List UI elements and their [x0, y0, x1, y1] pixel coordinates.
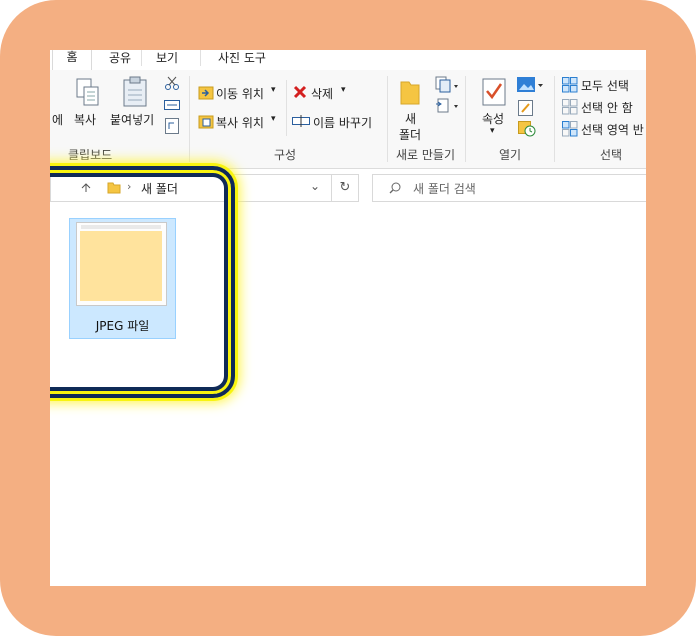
search-icon: [389, 182, 401, 194]
copy-to-icon[interactable]: [198, 113, 214, 129]
cut-icon[interactable]: [165, 76, 179, 90]
move-to-button[interactable]: 이동 위치: [216, 85, 264, 102]
ribbon-tabs: 홈 공유 보기 사진 도구: [50, 50, 646, 72]
tab-divider: [141, 50, 142, 66]
refresh-button[interactable]: ↻: [331, 174, 359, 202]
edit-icon[interactable]: [518, 100, 534, 116]
chevron-down-icon[interactable]: ▾: [271, 114, 276, 124]
delete-button[interactable]: 삭제: [311, 85, 333, 102]
new-folder-icon[interactable]: [399, 78, 421, 106]
chevron-down-icon[interactable]: ▾: [271, 85, 276, 95]
move-to-icon[interactable]: [198, 84, 214, 100]
select-none-button[interactable]: 선택 안 함: [581, 99, 633, 116]
tab-share[interactable]: 공유: [100, 50, 140, 70]
group-divider: [387, 76, 388, 162]
group-divider: [189, 76, 190, 162]
organize-group-label: 구성: [274, 148, 297, 162]
group-divider: [465, 76, 466, 162]
select-group-label: 선택: [600, 148, 623, 162]
copy-button[interactable]: 복사: [74, 111, 96, 128]
open-group-label: 열기: [499, 148, 522, 162]
group-divider: [286, 80, 287, 136]
search-input[interactable]: 새 폴더 검색: [372, 174, 646, 202]
tab-view[interactable]: 보기: [144, 50, 190, 70]
file-explorer-window: 홈 공유 보기 사진 도구 에 복사 붙여넣기 클립보드 이동 위치 ▾ 복사 …: [50, 50, 646, 586]
properties-button[interactable]: 속성: [482, 110, 504, 127]
tab-picture-tools[interactable]: 사진 도구: [202, 50, 282, 70]
easy-access-icon[interactable]: [435, 98, 461, 114]
paste-button[interactable]: 붙여넣기: [110, 111, 154, 128]
chevron-down-icon[interactable]: ▾: [341, 85, 346, 95]
ribbon: 에 복사 붙여넣기 클립보드 이동 위치 ▾ 복사 위치 ▾ 삭제 ▾ 이름 바…: [50, 70, 646, 169]
delete-icon[interactable]: [293, 85, 307, 99]
refresh-icon: ↻: [339, 180, 351, 195]
chevron-down-icon[interactable]: ⌄: [310, 179, 320, 193]
new-group-label: 새로 만들기: [396, 148, 456, 162]
open-with-icon[interactable]: [516, 76, 546, 94]
search-placeholder: 새 폴더 검색: [413, 182, 476, 196]
history-icon[interactable]: [518, 121, 536, 137]
copy-path-icon[interactable]: [164, 100, 180, 110]
copy-to-button[interactable]: 복사 위치: [216, 114, 264, 131]
new-folder-label-line1[interactable]: 새: [405, 110, 416, 127]
select-all-icon[interactable]: [562, 77, 578, 93]
paste-shortcut-icon[interactable]: [165, 118, 179, 134]
new-item-icon[interactable]: [435, 76, 461, 94]
highlight-frame: [50, 166, 235, 398]
invert-selection-button[interactable]: 선택 영역 반: [581, 121, 644, 138]
clipboard-group-label: 클립보드: [68, 148, 113, 162]
tab-divider: [200, 50, 201, 66]
copy-icon[interactable]: [76, 78, 100, 108]
select-all-button[interactable]: 모두 선택: [581, 77, 629, 94]
new-folder-label-line2[interactable]: 폴더: [399, 126, 421, 143]
properties-icon[interactable]: [482, 78, 506, 106]
partial-button-label: 에: [52, 113, 64, 127]
rename-button[interactable]: 이름 바꾸기: [313, 114, 372, 131]
invert-selection-icon[interactable]: [562, 121, 578, 137]
chevron-down-icon[interactable]: ▾: [490, 126, 495, 136]
select-none-icon[interactable]: [562, 99, 578, 115]
tab-home[interactable]: 홈: [52, 50, 92, 72]
group-divider: [554, 76, 555, 162]
rename-icon[interactable]: [292, 114, 310, 128]
paste-icon[interactable]: [122, 76, 148, 108]
